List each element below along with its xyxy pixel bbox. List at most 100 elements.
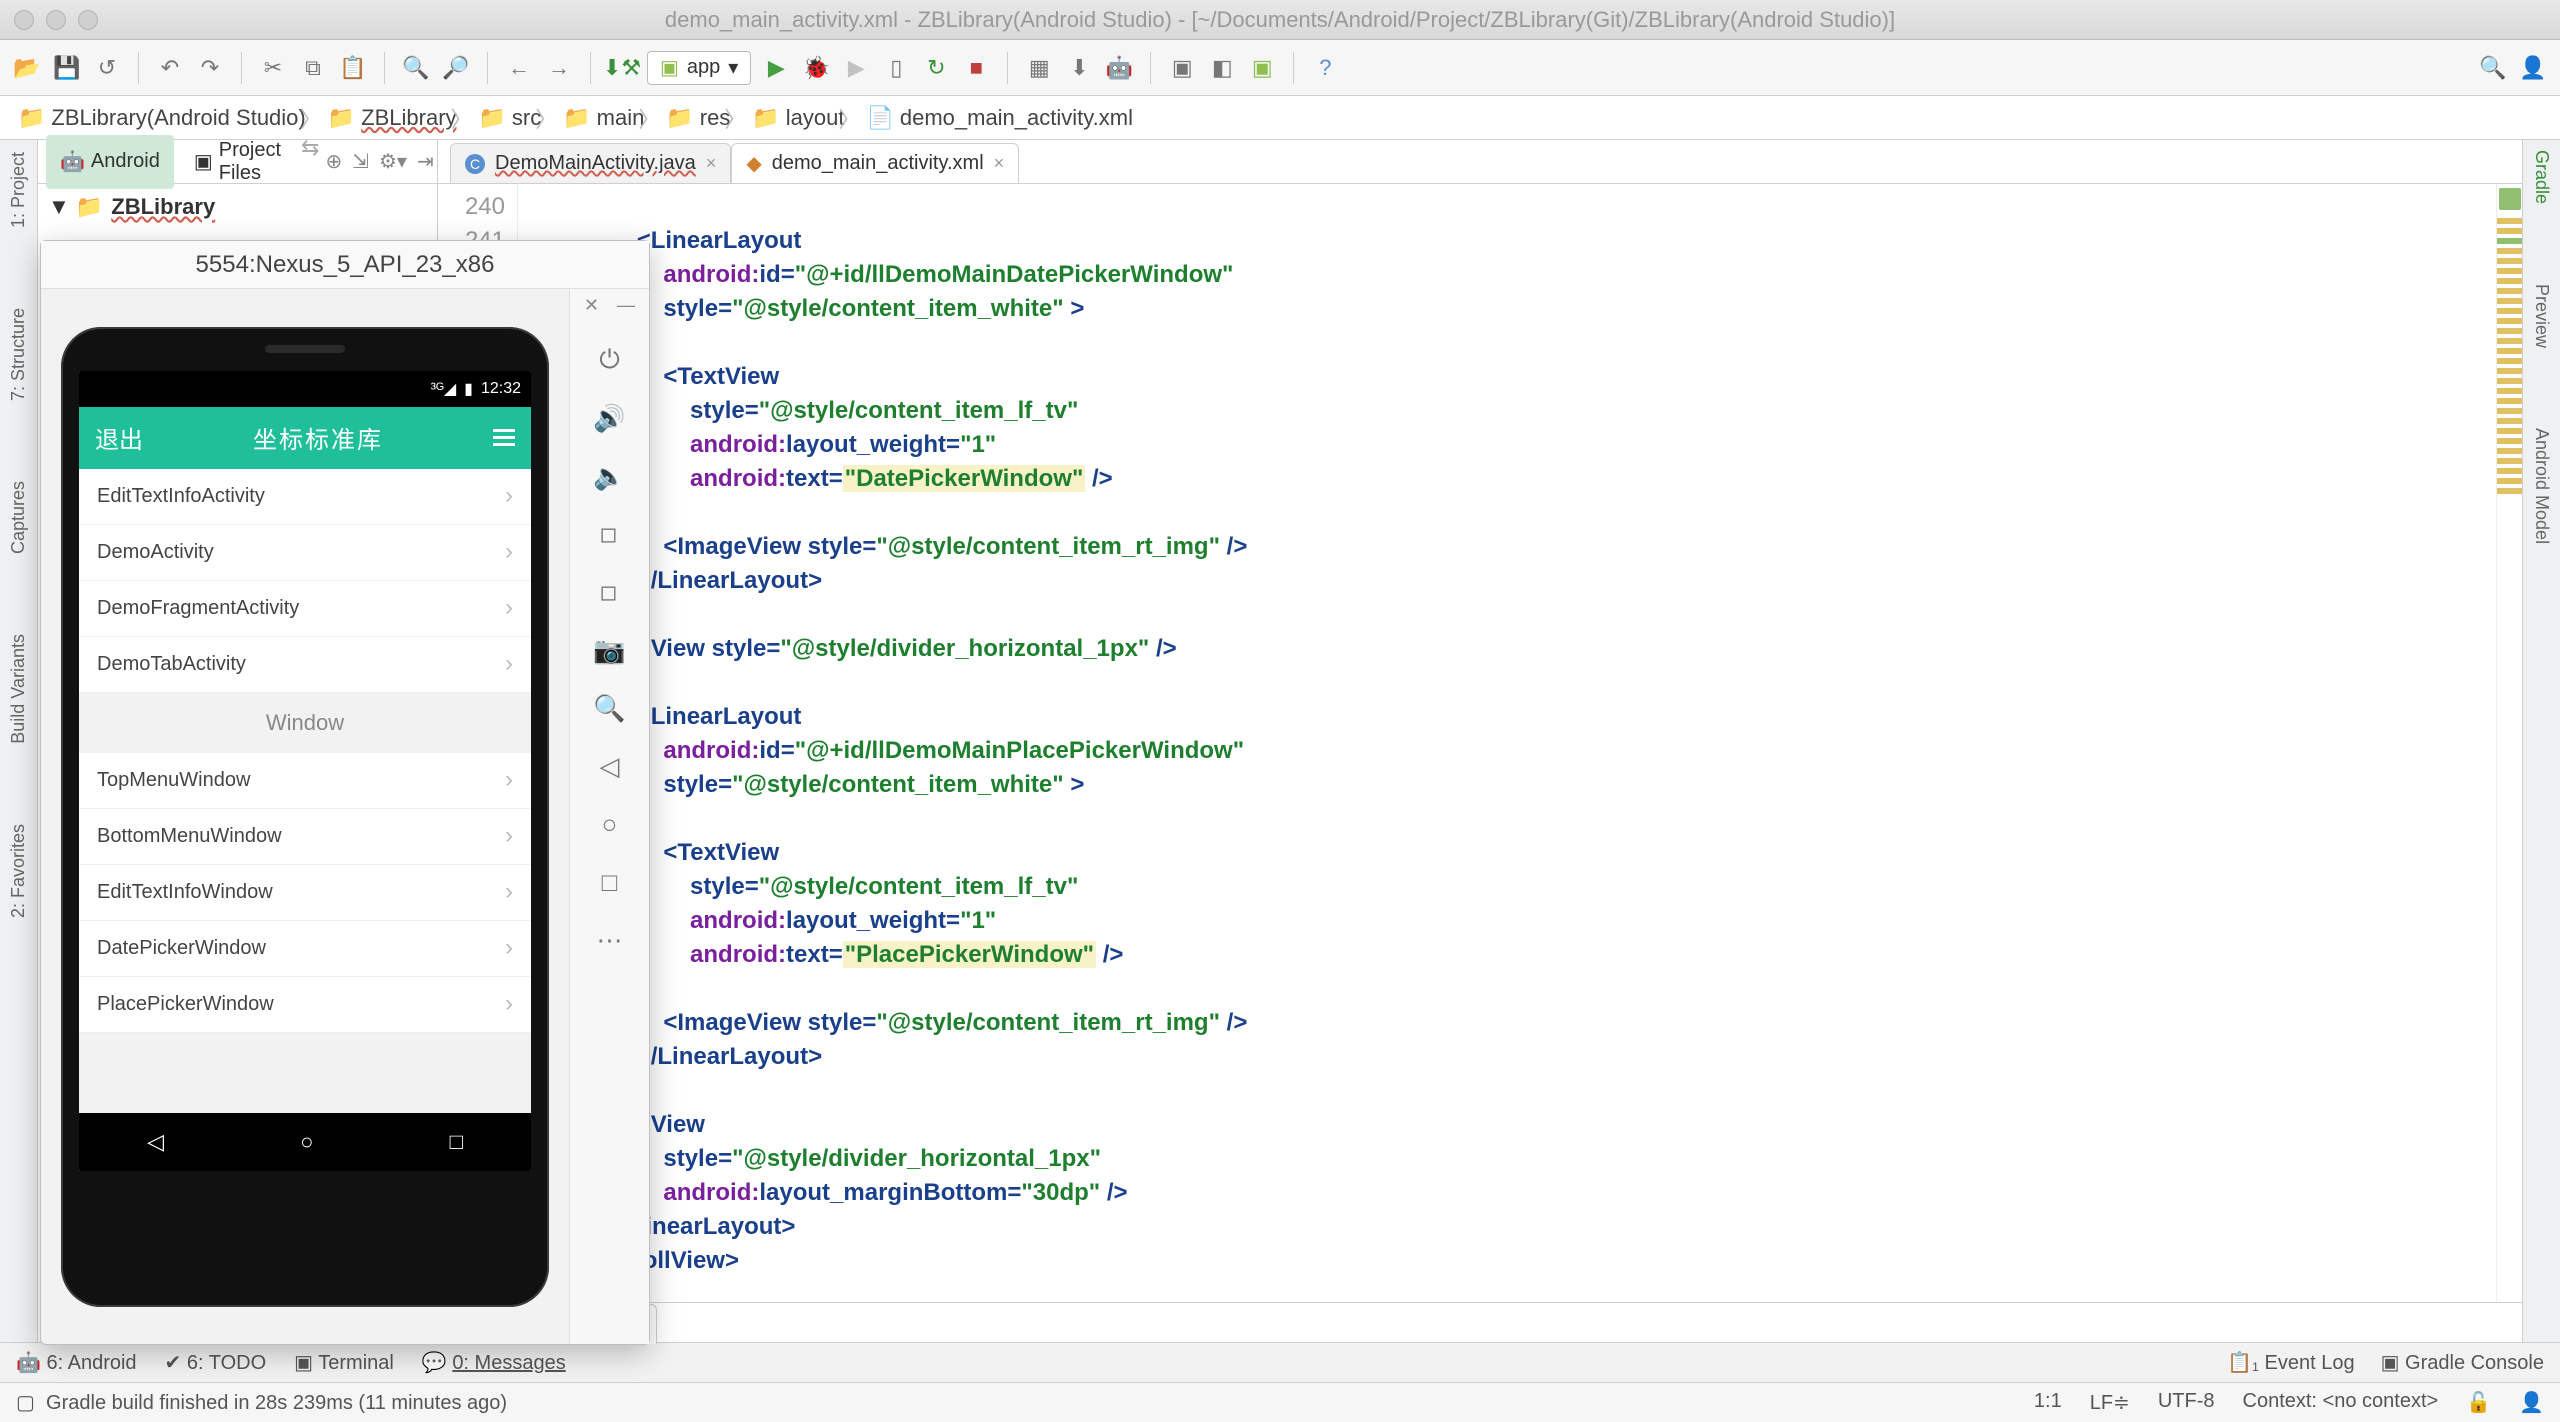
replace-icon[interactable]: 🔎 <box>441 53 471 83</box>
nav-home-icon[interactable]: ○ <box>300 1129 313 1155</box>
list-item[interactable]: TopMenuWindow› <box>79 753 531 809</box>
list-item[interactable]: EditTextInfoWindow› <box>79 865 531 921</box>
device-screen[interactable]: ³ᴳ◢ ▮ 12:32 退出 坐标标准库 EditTextInfoActivit… <box>79 371 531 1171</box>
more-icon[interactable]: ⋯ <box>590 920 630 960</box>
list-item[interactable]: EditTextInfoActivity› <box>79 469 531 525</box>
list-item[interactable]: BottomMenuWindow› <box>79 809 531 865</box>
code[interactable]: <LinearLayout android:id="@+id/llDemoMai… <box>518 184 2496 1302</box>
restart-icon[interactable]: ↻ <box>921 53 951 83</box>
line-separator[interactable]: LF≑ <box>2090 1390 2130 1415</box>
run-icon[interactable]: ▶ <box>761 53 791 83</box>
nav-back-icon[interactable]: ◁ <box>147 1129 164 1155</box>
help-icon[interactable]: ? <box>1310 53 1340 83</box>
emu-close-icon[interactable]: ✕ <box>584 295 599 316</box>
collapse-icon[interactable]: ⇲ <box>352 149 369 174</box>
list-item[interactable]: DemoActivity› <box>79 525 531 581</box>
power-icon[interactable]: ⏻ <box>590 340 630 380</box>
crumb-3[interactable]: 📁 main <box>555 105 658 131</box>
crumb-2[interactable]: 📁 src <box>471 105 556 131</box>
status-square-icon[interactable]: ▢ <box>16 1392 35 1414</box>
terminal-tab[interactable]: ▣ Terminal <box>294 1350 394 1375</box>
camera-icon[interactable]: 📷 <box>590 630 630 670</box>
list-item[interactable]: DemoTabActivity› <box>79 637 531 693</box>
android-small-icon[interactable]: ▣ <box>1247 53 1277 83</box>
crumb-4[interactable]: 📁 res <box>658 105 744 131</box>
cut-icon[interactable]: ✂ <box>258 53 288 83</box>
tool-favorites[interactable]: 2: Favorites <box>8 824 29 918</box>
run-config-selector[interactable]: ▣ app ▾ <box>647 51 751 85</box>
tool-project[interactable]: 1: Project <box>8 152 29 228</box>
scroll-tabs-icon[interactable]: ⇆ <box>301 135 319 189</box>
hide-icon[interactable]: ⇥ <box>417 149 434 174</box>
zoom-icon[interactable]: 🔍 <box>590 688 630 728</box>
save-icon[interactable]: 💾 <box>52 53 82 83</box>
tool-gradle[interactable]: Gradle <box>2531 150 2552 204</box>
menu-icon[interactable] <box>493 429 515 446</box>
tool-android-model[interactable]: Android Model <box>2531 428 2552 544</box>
hector-icon[interactable]: 👤 <box>2519 1390 2544 1415</box>
monitor-icon[interactable]: 🤖 <box>1104 53 1134 83</box>
coverage-icon[interactable]: ▶ <box>841 53 871 83</box>
crumb-0[interactable]: 📁 ZBLibrary(Android Studio) <box>10 105 320 131</box>
search-everywhere-icon[interactable]: 🔍 <box>2478 53 2508 83</box>
rotate-left-icon[interactable]: ◇ <box>581 506 638 563</box>
context[interactable]: Context: <no context> <box>2243 1390 2439 1415</box>
caret-position[interactable]: 1:1 <box>2034 1390 2062 1415</box>
user-icon[interactable]: 👤 <box>2518 53 2548 83</box>
nav-recent-emu-icon[interactable]: □ <box>590 862 630 902</box>
code-area[interactable]: 2402412422432442452462472482492502512522… <box>438 184 2522 1302</box>
stop-icon[interactable]: ■ <box>961 53 991 83</box>
target-icon[interactable]: ⊕ <box>325 149 342 174</box>
tool-structure[interactable]: 7: Structure <box>8 308 29 401</box>
lock-icon[interactable]: 🔓 <box>2466 1390 2491 1415</box>
tool-preview[interactable]: Preview <box>2531 284 2552 348</box>
editor-tab-1[interactable]: ◆ demo_main_activity.xml × <box>731 143 1019 183</box>
editor-tab-0[interactable]: C DemoMainActivity.java × <box>450 143 731 183</box>
rotate-right-icon[interactable]: ◇ <box>581 564 638 621</box>
event-log-tab[interactable]: 📋₁ Event Log <box>2227 1350 2354 1375</box>
project-tree[interactable]: ▼ 📁 ZBLibrary <box>38 184 437 230</box>
debug-icon[interactable]: 🐞 <box>801 53 831 83</box>
emulator-window[interactable]: 5554:Nexus_5_API_23_x86 ³ᴳ◢ ▮ 12:32 退出 坐… <box>40 240 650 1345</box>
app-list[interactable]: EditTextInfoActivity›DemoActivity›DemoFr… <box>79 469 531 1113</box>
project-tab-android[interactable]: 🤖 Android <box>46 135 174 189</box>
nav-home-emu-icon[interactable]: ○ <box>590 804 630 844</box>
emu-minimize-icon[interactable]: — <box>617 295 635 316</box>
error-stripe[interactable] <box>2496 184 2522 1302</box>
sync-icon[interactable]: ↺ <box>92 53 122 83</box>
forward-icon[interactable]: → <box>544 53 574 83</box>
close-tab-icon[interactable]: × <box>706 153 717 174</box>
list-item[interactable]: PlacePickerWindow› <box>79 977 531 1033</box>
tool-captures[interactable]: Captures <box>8 481 29 554</box>
nav-recent-icon[interactable]: □ <box>450 1129 463 1155</box>
list-item[interactable]: DatePickerWindow› <box>79 921 531 977</box>
copy-icon[interactable]: ⧉ <box>298 53 328 83</box>
gradle-console-tab[interactable]: ▣ Gradle Console <box>2381 1350 2544 1375</box>
undo-icon[interactable]: ↶ <box>155 53 185 83</box>
tree-root[interactable]: ▼ 📁 ZBLibrary <box>48 192 427 222</box>
sdk-icon[interactable]: ⬇ <box>1064 53 1094 83</box>
file-encoding[interactable]: UTF-8 <box>2158 1390 2215 1415</box>
volume-down-icon[interactable]: 🔈 <box>590 456 630 496</box>
layout-icon[interactable]: ▣ <box>1167 53 1197 83</box>
close-tab-icon[interactable]: × <box>994 153 1005 174</box>
open-icon[interactable]: 📂 <box>12 53 42 83</box>
redo-icon[interactable]: ↷ <box>195 53 225 83</box>
android-tool-tab[interactable]: 🤖 6: Android <box>16 1350 137 1375</box>
back-icon[interactable]: ← <box>504 53 534 83</box>
crumb-1[interactable]: 📁 ZBLibrary <box>320 105 471 131</box>
gear-icon[interactable]: ⚙▾ <box>379 149 407 174</box>
list-item[interactable]: DemoFragmentActivity› <box>79 581 531 637</box>
find-icon[interactable]: 🔍 <box>401 53 431 83</box>
back-button[interactable]: 退出 <box>95 420 143 455</box>
theme-icon[interactable]: ◧ <box>1207 53 1237 83</box>
tool-build-variants[interactable]: Build Variants <box>8 634 29 744</box>
make-icon[interactable]: ⬇⚒ <box>607 53 637 83</box>
attach-icon[interactable]: ▯ <box>881 53 911 83</box>
avd-icon[interactable]: ▦ <box>1024 53 1054 83</box>
volume-up-icon[interactable]: 🔊 <box>590 398 630 438</box>
project-tab-files[interactable]: ▣ Project Files <box>180 135 295 189</box>
nav-back-emu-icon[interactable]: ◁ <box>590 746 630 786</box>
paste-icon[interactable]: 📋 <box>338 53 368 83</box>
crumb-5[interactable]: 📁 layout <box>744 105 858 131</box>
